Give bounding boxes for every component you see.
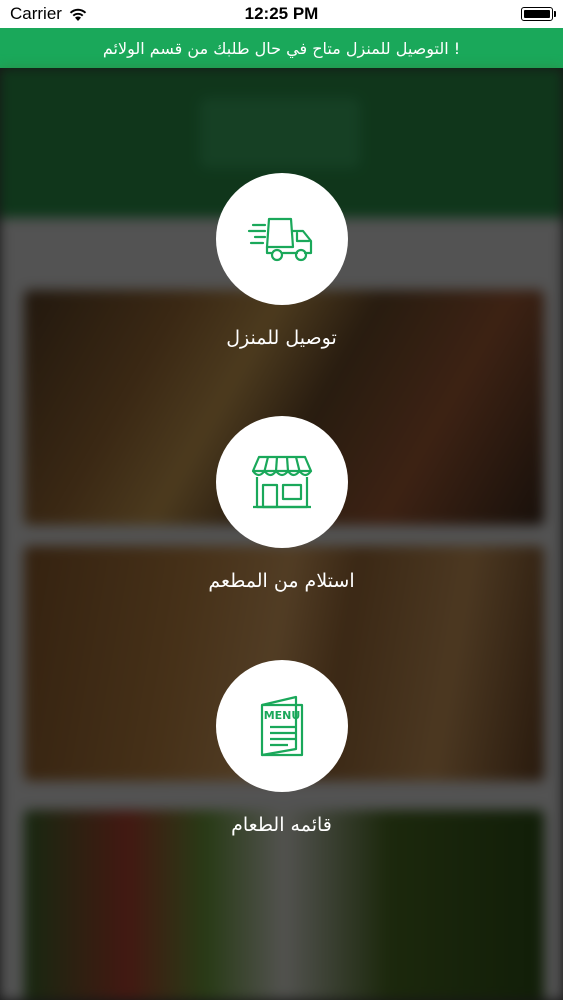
delivery-truck-icon — [247, 217, 312, 262]
notice-text: ! التوصيل للمنزل متاح في حال طلبك من قسم… — [102, 38, 461, 58]
carrier-label: Carrier — [10, 4, 62, 23]
food-menu-label[interactable]: قائمه الطعام — [0, 814, 563, 836]
restaurant-pickup-button[interactable] — [215, 416, 348, 548]
status-bar: Carrier 12:25 PM — [0, 0, 563, 28]
food-menu-button[interactable]: MENU — [215, 660, 348, 792]
menu-icon: MENU — [260, 695, 303, 757]
notice-banner: ! التوصيل للمنزل متاح في حال طلبك من قسم… — [0, 28, 563, 68]
battery-fill — [524, 10, 550, 18]
restaurant-pickup-label[interactable]: استلام من المطعم — [0, 570, 563, 592]
storefront-icon — [251, 455, 312, 509]
home-delivery-button[interactable] — [215, 173, 348, 305]
home-delivery-option[interactable]: توصيل للمنزل — [0, 173, 563, 349]
food-menu-option[interactable]: MENU قائمه الطعام — [0, 660, 563, 836]
battery-icon — [521, 7, 556, 21]
menu-icon-text: MENU — [263, 709, 300, 722]
status-left: Carrier — [10, 4, 88, 24]
home-delivery-label[interactable]: توصيل للمنزل — [0, 327, 563, 349]
wifi-icon — [69, 8, 87, 21]
restaurant-pickup-option[interactable]: استلام من المطعم — [0, 416, 563, 592]
